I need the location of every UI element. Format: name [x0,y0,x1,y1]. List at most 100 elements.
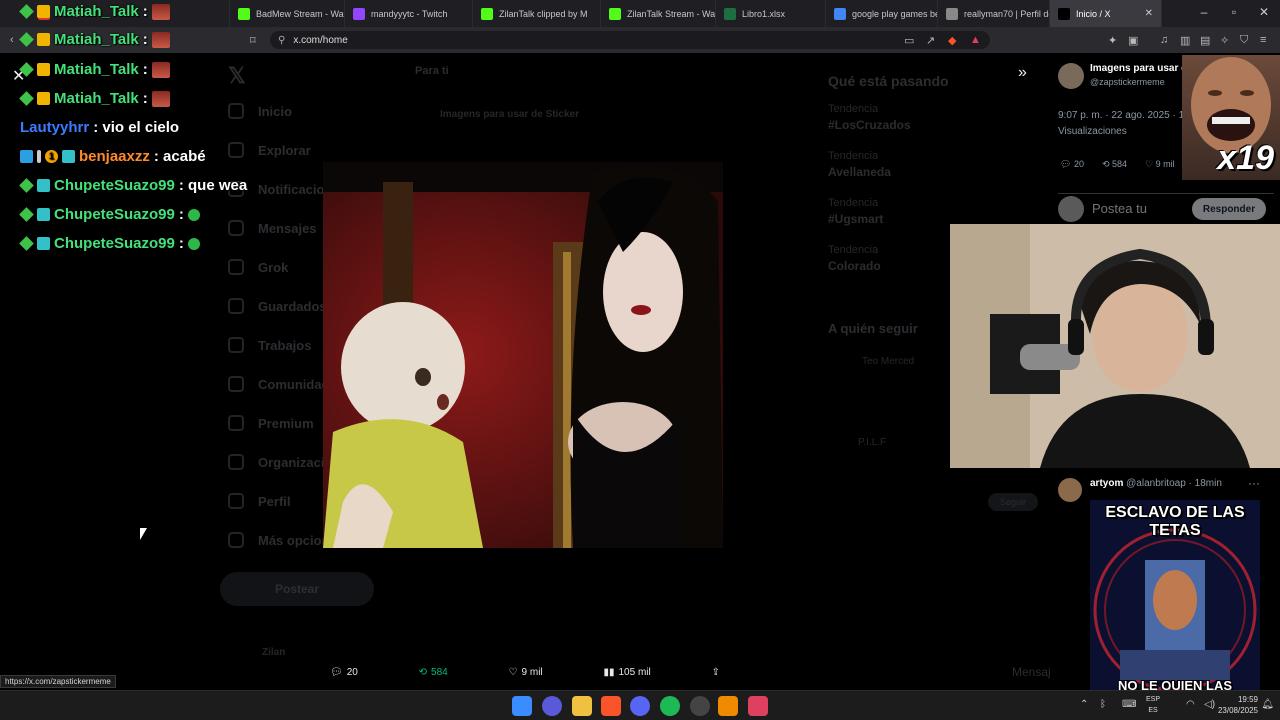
meme-emote-icon [151,3,170,20]
tab-profile[interactable]: reallyman70 | Perfil de [938,0,1050,27]
author-name[interactable]: Imagens para usar d [1090,63,1187,74]
tray-chevron-icon[interactable]: ⌃ [1080,699,1088,710]
screenshot-icon[interactable]: ▣ [1128,34,1138,47]
tab-excel[interactable]: Libro1.xlsx [716,0,826,27]
reply-avatar[interactable] [1058,478,1082,502]
trend-item[interactable]: Avellaneda [828,165,1028,179]
windows-start-icon[interactable] [512,696,532,716]
wallet-icon[interactable]: ▤ [1200,34,1210,47]
reply-card[interactable]: artyom @alanbritoap · 18min ··· ESCLAVO … [1050,470,1280,690]
obs-icon[interactable] [690,696,710,716]
discord-icon[interactable] [630,696,650,716]
rp-repost-stat[interactable]: ⟲ 584 [1102,159,1127,170]
trend-item[interactable]: #LosCruzados [828,118,1028,132]
keyboard-icon[interactable]: ⌨ [1122,699,1136,710]
tab-google[interactable]: google play games bet [826,0,938,27]
sidebar-icon[interactable]: ▥ [1180,34,1190,47]
green-emote-icon [187,237,200,250]
nav-item[interactable]: Premium [228,415,314,431]
nav-item[interactable]: Mensajes [228,220,317,236]
reply-button[interactable]: Responder [1192,198,1266,220]
nav-item[interactable]: Grok [228,259,288,275]
chat-username[interactable]: ChupeteSuazo99 [54,235,175,252]
rp-like-stat[interactable]: ♡ 9 mil [1145,159,1175,170]
file-explorer-icon[interactable] [572,696,592,716]
chat-username[interactable]: Matiah_Talk [54,31,139,48]
avatar[interactable] [1058,63,1084,89]
chat-username[interactable]: benjaaxzz [79,148,150,165]
chat-username[interactable]: Matiah_Talk [54,61,139,78]
share-icon[interactable]: ↗ [926,34,935,47]
brave-shield-icon[interactable]: ◆ [948,34,956,47]
like-count: 9 mil [521,666,543,678]
follow-button[interactable]: Seguir [988,493,1038,511]
nav-icon [228,415,244,431]
nav-item[interactable]: Inicio [228,103,292,119]
language-indicator[interactable]: ESP ES [1146,694,1160,716]
url-field[interactable]: ⚲ x.com/home [270,31,990,49]
trend-meta: Tendencia [828,197,879,209]
tab-kick[interactable]: ZilanTalk clipped by M [473,0,601,27]
expand-panel-icon[interactable]: » [1018,64,1027,82]
notification-bell-icon[interactable]: 🔔︎ [1261,699,1274,710]
maximize-icon[interactable]: ▫ [1226,5,1242,19]
nav-item[interactable]: Guardados [228,298,327,314]
volume-icon[interactable]: ◁) [1204,699,1215,710]
more-options-icon[interactable]: ··· [1248,476,1260,490]
nav-item[interactable]: Explorar [228,142,311,158]
post-button[interactable]: Postear [220,572,374,606]
clock[interactable]: 19:59 23/08/2025 [1218,694,1258,716]
chat-text: : que wea [178,177,248,194]
copilot-icon[interactable] [542,696,562,716]
chat-username[interactable]: Lautyyhrr [20,119,89,136]
site-settings-icon[interactable]: ⚲ [278,35,285,46]
author-handle[interactable]: @zapstickermeme [1090,77,1165,87]
extensions-icon[interactable]: ✦ [1108,34,1117,47]
nav-item[interactable]: Perfil [228,493,291,509]
diamond-badge-icon [19,236,34,251]
tab-kick[interactable]: BadMew Stream - Wat [230,0,345,27]
x-logo-icon[interactable]: 𝕏 [228,63,246,89]
views-action[interactable]: ▮▮ 105 mil [603,667,650,678]
clock-date: 23/08/2025 [1217,706,1258,715]
nav-item[interactable]: Trabajos [228,337,311,353]
tab-twitch[interactable]: mandyyytc - Twitch [345,0,473,27]
brave-rewards-icon[interactable]: ▲ [970,34,981,46]
reply-author[interactable]: artyom @alanbritoap · 18min [1090,478,1222,489]
chat-username[interactable]: Matiah_Talk [54,90,139,107]
spotify-icon[interactable] [660,696,680,716]
repost-action[interactable]: ⟲ 584 [419,667,448,678]
minimize-icon[interactable]: – [1196,5,1212,19]
cast-icon[interactable]: ▭ [904,34,914,47]
bookmark-icon[interactable]: ⌑ [250,34,256,47]
media-icon[interactable]: ♫ [1160,34,1168,46]
brave-app-icon[interactable] [601,696,621,716]
close-window-icon[interactable]: ✕ [1256,5,1272,19]
close-tab-icon[interactable]: ✕ [1145,8,1153,19]
reply-action[interactable]: 💬︎ 20 [330,667,358,678]
menu-icon[interactable]: ≡ [1260,34,1266,46]
rp-reply-stat[interactable]: 💬︎ 20 [1060,159,1084,170]
sub-badge-icon [37,179,50,192]
chat-text: : [142,90,148,107]
vlc-icon[interactable] [718,696,738,716]
back-icon[interactable]: ‹ [10,34,14,46]
chat-username[interactable]: ChupeteSuazo99 [54,206,175,223]
vpn-icon[interactable]: ⛉ [1240,34,1248,47]
wifi-icon[interactable]: ◠ [1186,699,1195,710]
reply-meme-image[interactable]: ESCLAVO DE LAS TETAS NO LE QUIEN LAS [1090,500,1260,690]
account-name[interactable]: Zilan [262,647,285,658]
notes-app-icon[interactable] [748,696,768,716]
post-timestamp[interactable]: 9:07 p. m. · 22 ago. 2025 · 1 [1058,110,1184,121]
chat-username[interactable]: Matiah_Talk [54,3,139,20]
tab-kick[interactable]: ZilanTalk Stream - Wat [601,0,716,27]
tab-x[interactable]: Inicio / X ✕ [1050,0,1162,27]
bluetooth-icon[interactable]: ᛒ [1100,699,1106,710]
browser-toolbar: ‹ ⌑ ⚲ x.com/home ▭ ↗ ◆ ▲ ✦ ▣ ♫ ▥ ▤ ✧ ⛉ ≡ [0,27,1280,53]
share-action[interactable]: ⇪ [712,667,720,678]
like-action[interactable]: ♡ 9 mil [509,667,543,678]
chat-username[interactable]: ChupeteSuazo99 [54,177,175,194]
tab-para-ti[interactable]: Para ti [415,65,449,77]
leo-ai-icon[interactable]: ✧ [1220,34,1229,47]
reply-input[interactable]: Postea tu [1092,201,1147,216]
